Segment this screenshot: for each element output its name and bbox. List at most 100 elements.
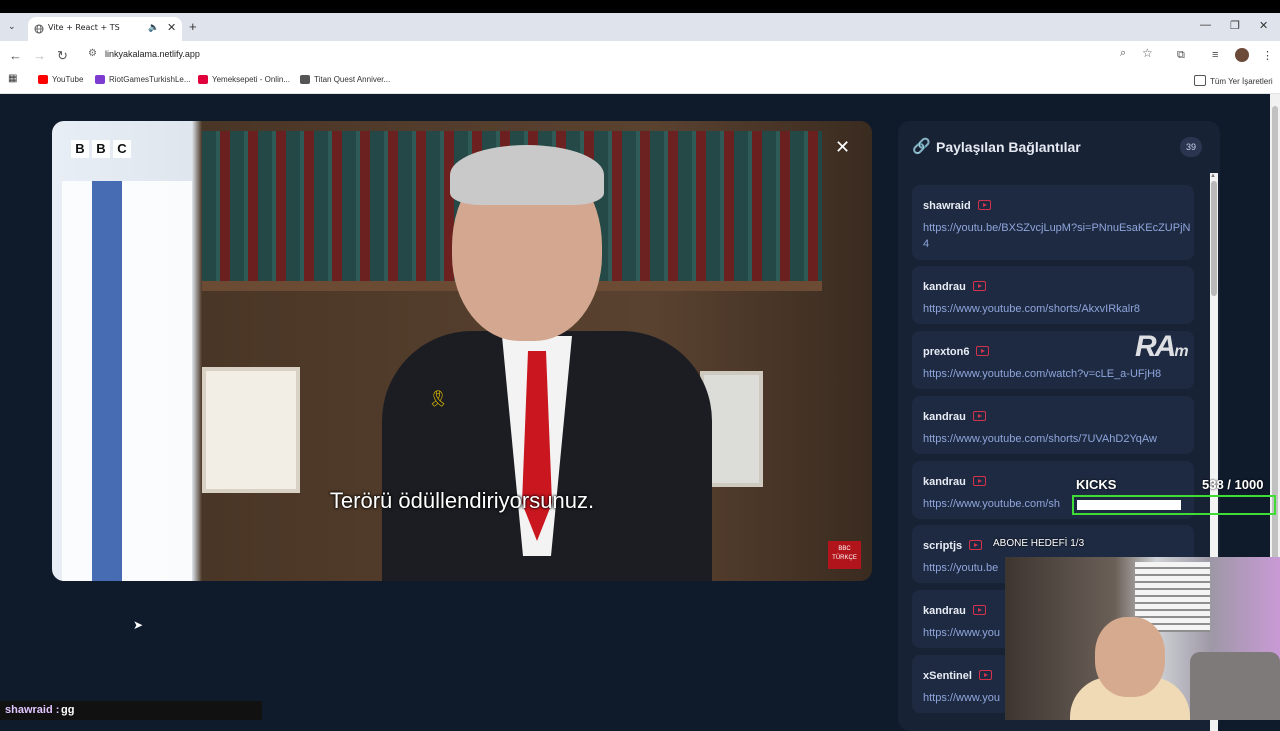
photo-frame-left [202,367,300,493]
all-bookmarks-label: Tüm Yer İşaretleri [1210,77,1273,86]
bookmark-label: Titan Quest Anniver... [314,75,391,84]
link-icon: 🔗 [912,138,931,155]
speaker-icon[interactable]: 🔈 [148,22,159,33]
url-text: linkyakalama.netlify.app [105,49,200,59]
list-item[interactable]: kandrau https://www.youtube.com/shorts/7… [912,396,1194,454]
bookmarks-bar: ▦ YouTube RiotGamesTurkishLe... Yemeksep… [0,69,1280,94]
bookmark-titan-quest[interactable]: Titan Quest Anniver... [300,75,390,84]
item-user: kandrau [923,411,986,423]
bbc-logo: B B C [71,140,131,158]
apps-icon[interactable]: ▦ [8,73,17,84]
minimize-icon[interactable]: — [1200,19,1211,31]
item-user: shawraid [923,200,991,212]
watermark-small-text: m [1174,343,1188,360]
bookmark-label: YouTube [52,75,84,84]
menu-icon[interactable]: ⋮ [1262,49,1273,62]
chat-text: gg [61,704,75,716]
username: kandrau [923,411,966,423]
scroll-up-icon[interactable]: ▲ [1210,173,1216,179]
username: xSentinel [923,670,972,682]
bbc-turkce-logo: BBC TÜRKÇE [828,541,861,569]
list-item[interactable]: kandrau https://www.youtube.com/shorts/A… [912,266,1194,324]
close-video-icon[interactable]: ✕ [835,137,850,158]
browser-tab[interactable]: Vite + React + TS 🔈 ✕ [28,17,182,41]
tab-bar: ⌄ Vite + React + TS 🔈 ✕ + — ❐ ✕ [0,13,1280,41]
list-item[interactable]: shawraid https://youtu.be/BXSZvcjLupM?si… [912,185,1194,260]
address-bar-row: ← → ↻ ⚙ linkyakalama.netlify.app ⌕ ☆ ⧉ ≡… [0,41,1280,69]
youtube-icon [978,670,992,680]
item-user: xSentinel [923,670,992,682]
bookmark-label: RiotGamesTurkishLe... [109,75,191,84]
item-link[interactable]: https://www.youtube.com/shorts/7UVAhD2Yq… [923,431,1195,447]
bbc-letter: B [71,140,89,158]
ribbon-pin: 🎗 [428,391,449,408]
flag [62,181,192,581]
youtube-icon [972,476,986,486]
video-player[interactable]: 🎗 B B C ✕ Terörü ödüllendiriyorsunuz. BB… [52,121,872,581]
new-tab-icon[interactable]: + [189,19,197,34]
bookmark-star-icon[interactable]: ☆ [1142,46,1153,60]
youtube-icon [977,200,991,210]
close-tab-icon[interactable]: ✕ [167,21,176,34]
bookmark-label: Yemeksepeti - Onlin... [212,75,290,84]
panel-title: Paylaşılan Bağlantılar [936,139,1081,155]
video-subtitle: Terörü ödüllendiriyorsunuz. [329,488,595,513]
close-window-icon[interactable]: ✕ [1259,19,1268,32]
kicks-count: 538 / 1000 [1202,477,1264,492]
item-link[interactable]: https://www.youtube.com/watch?v=cLE_a-UF… [923,366,1195,382]
item-user: scriptjs [923,540,983,552]
youtube-icon [969,540,983,550]
kicks-progress-fill [1077,500,1181,510]
username: prexton6 [923,346,970,358]
chat-message: shawraid : gg [0,701,262,720]
item-link[interactable]: https://www.youtube.com/shorts/AkxvIRkal… [923,301,1195,317]
bookmark-youtube[interactable]: YouTube [38,75,83,84]
tab-title: Vite + React + TS [48,23,120,32]
speaker-figure: 🎗 [382,145,712,581]
kicks-label: KICKS [1076,477,1117,492]
bookmark-yemeksepeti[interactable]: Yemeksepeti - Onlin... [198,75,290,84]
extensions-icon[interactable]: ⧉ [1177,49,1185,62]
links-scrollbar-thumb[interactable] [1211,181,1217,296]
youtube-icon [972,281,986,291]
riot-icon [95,75,105,84]
tab-search-icon[interactable]: ⌄ [8,21,16,32]
item-user: kandrau [923,605,986,617]
all-bookmarks[interactable]: Tüm Yer İşaretleri [1194,75,1273,86]
back-icon[interactable]: ← [9,48,22,63]
forward-icon[interactable]: → [33,48,46,63]
subscriber-goal: ABONE HEDEFİ 1/3 [993,538,1085,549]
username: scriptjs [923,540,963,552]
site-info-icon[interactable]: ⚙ [88,48,97,59]
streamer-face [1095,617,1165,697]
sofa [1190,652,1280,720]
zoom-icon[interactable]: ⌕ [1120,47,1126,60]
bookmark-riot[interactable]: RiotGamesTurkishLe... [95,75,191,84]
yemeksepeti-icon [198,75,208,84]
titan-quest-icon [300,75,310,84]
restore-icon[interactable]: ❐ [1230,19,1240,32]
item-link[interactable]: https://youtu.be/BXSZvcjLupM?si=PNnuEsaK… [923,220,1195,252]
youtube-icon [972,605,986,615]
ram-watermark: RAm [1135,330,1189,364]
webcam-overlay [1005,557,1280,720]
media-control-icon[interactable]: ≡ [1212,49,1218,61]
reload-icon[interactable]: ↻ [57,48,68,64]
username: kandrau [923,605,966,617]
username: shawraid [923,200,971,212]
youtube-icon [972,411,986,421]
hair [450,145,604,205]
profile-avatar[interactable] [1235,48,1249,62]
username: kandrau [923,476,966,488]
kicks-progress-bar [1072,495,1276,515]
bbc-letter: C [113,140,131,158]
chat-user: shawraid : [5,704,60,716]
folder-icon [1194,75,1206,86]
item-user: prexton6 [923,346,990,358]
item-user: kandrau [923,476,986,488]
links-count-badge: 39 [1180,137,1202,157]
omnibox[interactable]: ⚙ linkyakalama.netlify.app ⌕ ☆ [80,44,1165,66]
globe-icon [34,24,44,34]
mouse-cursor-icon: ➤ [133,618,144,632]
item-user: kandrau [923,281,986,293]
